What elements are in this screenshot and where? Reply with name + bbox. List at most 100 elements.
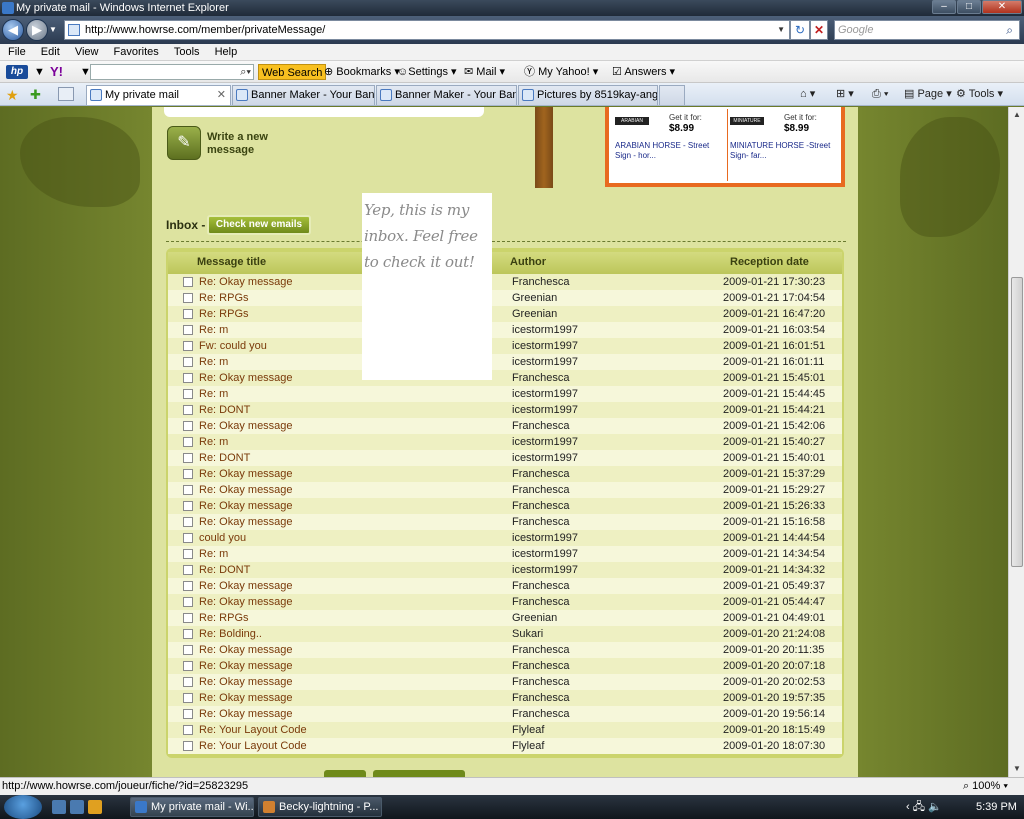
close-button[interactable]: ✕: [982, 0, 1022, 14]
tray-chevron-icon[interactable]: ‹: [906, 801, 910, 813]
my-yahoo-button[interactable]: Ⓨ My Yahoo! ▾: [524, 64, 598, 80]
menu-view[interactable]: View: [69, 44, 105, 61]
table-row[interactable]: Re: RPGs Greenian 2009-01-21 04:49:01: [168, 610, 842, 626]
select-checkbox[interactable]: [183, 645, 193, 655]
select-checkbox[interactable]: [183, 277, 193, 287]
select-checkbox[interactable]: [183, 405, 193, 415]
menu-tools[interactable]: Tools: [168, 44, 206, 61]
back-button[interactable]: ◀: [2, 19, 24, 41]
table-row[interactable]: Re: Okay message Franchesca 2009-01-21 05:…: [168, 578, 842, 594]
stop-button[interactable]: ✕: [810, 20, 828, 40]
select-checkbox[interactable]: [183, 597, 193, 607]
volume-icon[interactable]: 🔈: [928, 801, 942, 813]
message-title-link[interactable]: Re: m: [199, 322, 228, 338]
table-row[interactable]: Re: Okay message Franchesca 2009-01-20 20:…: [168, 658, 842, 674]
select-checkbox[interactable]: [183, 741, 193, 751]
message-title-link[interactable]: Re: DONT: [199, 402, 250, 418]
quicklaunch-media-icon[interactable]: [88, 800, 102, 814]
table-row[interactable]: Re: Your Layout Code Flyleaf 2009-01-20 18…: [168, 738, 842, 754]
message-title-link[interactable]: could you: [199, 530, 246, 546]
taskbar-paint-window[interactable]: Becky-lightning - P...: [258, 797, 382, 817]
column-author[interactable]: Author: [510, 256, 546, 268]
table-row[interactable]: Re: DONT icestorm1997 2009-01-21 15:40:01: [168, 450, 842, 466]
select-checkbox[interactable]: [183, 389, 193, 399]
maximize-button[interactable]: □: [957, 0, 981, 14]
table-row[interactable]: Re: Okay message Franchesca 2009-01-21 15:…: [168, 466, 842, 482]
table-row[interactable]: Re: Okay message Franchesca 2009-01-21 15:…: [168, 418, 842, 434]
select-checkbox[interactable]: [183, 501, 193, 511]
column-message-title[interactable]: Message title: [197, 256, 266, 268]
message-title-link[interactable]: Re: DONT: [199, 562, 250, 578]
select-checkbox[interactable]: [183, 725, 193, 735]
message-title-link[interactable]: Re: Okay message: [199, 594, 293, 610]
table-row[interactable]: Re: Okay message Franchesca 2009-01-21 05:…: [168, 594, 842, 610]
start-button[interactable]: [4, 795, 42, 819]
message-title-link[interactable]: Re: Okay message: [199, 642, 293, 658]
tab-banner-maker-1[interactable]: Banner Maker - Your Bann...: [232, 85, 375, 105]
scroll-down-icon[interactable]: ▼: [1009, 761, 1024, 777]
table-row[interactable]: Re: m icestorm1997 2009-01-21 16:01:11: [168, 354, 842, 370]
write-new-message-link[interactable]: Write a new message: [207, 131, 297, 157]
tab-my-private-mail[interactable]: My private mail ✕: [86, 85, 231, 105]
message-title-link[interactable]: Re: Okay message: [199, 418, 293, 434]
scroll-up-icon[interactable]: ▲: [1009, 107, 1024, 123]
message-title-link[interactable]: Re: Okay message: [199, 578, 293, 594]
taskbar-ie-window[interactable]: My private mail - Wi...: [130, 797, 254, 817]
select-checkbox[interactable]: [183, 309, 193, 319]
message-title-link[interactable]: Re: Okay message: [199, 514, 293, 530]
table-row[interactable]: Re: m icestorm1997 2009-01-21 16:03:54: [168, 322, 842, 338]
ad-arabian-horse[interactable]: ARABIAN HORSE Get it for: $8.99 ARABIAN …: [613, 109, 725, 181]
message-title-link[interactable]: Re: RPGs: [199, 306, 249, 322]
tools-menu[interactable]: ⚙ Tools ▾: [956, 87, 1003, 101]
message-title-link[interactable]: Re: Okay message: [199, 498, 293, 514]
select-checkbox[interactable]: [183, 485, 193, 495]
message-title-link[interactable]: Re: Okay message: [199, 706, 293, 722]
bottom-button-1[interactable]: [324, 770, 366, 777]
table-row[interactable]: Re: Okay message Franchesca 2009-01-21 15:…: [168, 370, 842, 386]
chevron-down-icon[interactable]: ▼: [777, 21, 785, 39]
message-title-link[interactable]: Re: Okay message: [199, 658, 293, 674]
table-row[interactable]: Re: DONT icestorm1997 2009-01-21 15:44:21: [168, 402, 842, 418]
message-title-link[interactable]: Re: Okay message: [199, 482, 293, 498]
message-title-link[interactable]: Re: DONT: [199, 450, 250, 466]
table-row[interactable]: Re: m icestorm1997 2009-01-21 15:44:45: [168, 386, 842, 402]
select-checkbox[interactable]: [183, 629, 193, 639]
table-row[interactable]: Re: DONT icestorm1997 2009-01-21 14:34:32: [168, 562, 842, 578]
quicklaunch-ie-icon[interactable]: [70, 800, 84, 814]
ad-description[interactable]: MINIATURE HORSE -Street Sign- far...: [730, 141, 834, 161]
address-bar[interactable]: http://www.howrse.com/member/privateMess…: [64, 20, 790, 40]
select-checkbox[interactable]: [183, 293, 193, 303]
table-row[interactable]: Re: Okay message Franchesca 2009-01-21 15:…: [168, 514, 842, 530]
web-search-button[interactable]: Web Search: [258, 64, 327, 80]
table-row[interactable]: Re: Okay message Franchesca 2009-01-21 17:…: [168, 274, 842, 290]
tab-pictures[interactable]: Pictures by 8519kay-angel...: [518, 85, 658, 105]
hp-logo[interactable]: hp: [6, 65, 28, 79]
select-checkbox[interactable]: [183, 565, 193, 575]
add-favorites-icon[interactable]: ✚: [30, 87, 41, 103]
select-checkbox[interactable]: [183, 341, 193, 351]
menu-edit[interactable]: Edit: [35, 44, 66, 61]
message-title-link[interactable]: Re: m: [199, 434, 228, 450]
table-row[interactable]: Re: Bolding.. Sukari 2009-01-20 21:24:08: [168, 626, 842, 642]
message-title-link[interactable]: Fw: could you: [199, 338, 267, 354]
select-checkbox[interactable]: [183, 661, 193, 671]
bottom-button-2[interactable]: [373, 770, 465, 777]
table-row[interactable]: Re: RPGs Greenian 2009-01-21 16:47:20: [168, 306, 842, 322]
column-reception-date[interactable]: Reception date: [730, 256, 809, 268]
table-row[interactable]: Re: Okay message Franchesca 2009-01-20 19:…: [168, 706, 842, 722]
table-row[interactable]: Re: Okay message Franchesca 2009-01-21 15:…: [168, 498, 842, 514]
select-checkbox[interactable]: [183, 469, 193, 479]
new-tab-button[interactable]: [659, 85, 685, 105]
yahoo-search-input[interactable]: ⌕▾: [90, 64, 254, 80]
clock[interactable]: 5:39 PM: [976, 795, 1017, 819]
zoom-control[interactable]: ⌕ 100% ▾: [963, 778, 1008, 795]
select-checkbox[interactable]: [183, 357, 193, 367]
message-title-link[interactable]: Re: Okay message: [199, 690, 293, 706]
print-icon[interactable]: ⎙ ▾: [872, 87, 888, 101]
message-title-link[interactable]: Re: RPGs: [199, 290, 249, 306]
table-row[interactable]: Re: m icestorm1997 2009-01-21 15:40:27: [168, 434, 842, 450]
yahoo-logo[interactable]: Y!: [50, 64, 63, 80]
table-row[interactable]: Re: Okay message Franchesca 2009-01-20 20:…: [168, 674, 842, 690]
minimize-button[interactable]: –: [932, 0, 956, 14]
table-row[interactable]: Re: Your Layout Code Flyleaf 2009-01-20 18…: [168, 722, 842, 738]
